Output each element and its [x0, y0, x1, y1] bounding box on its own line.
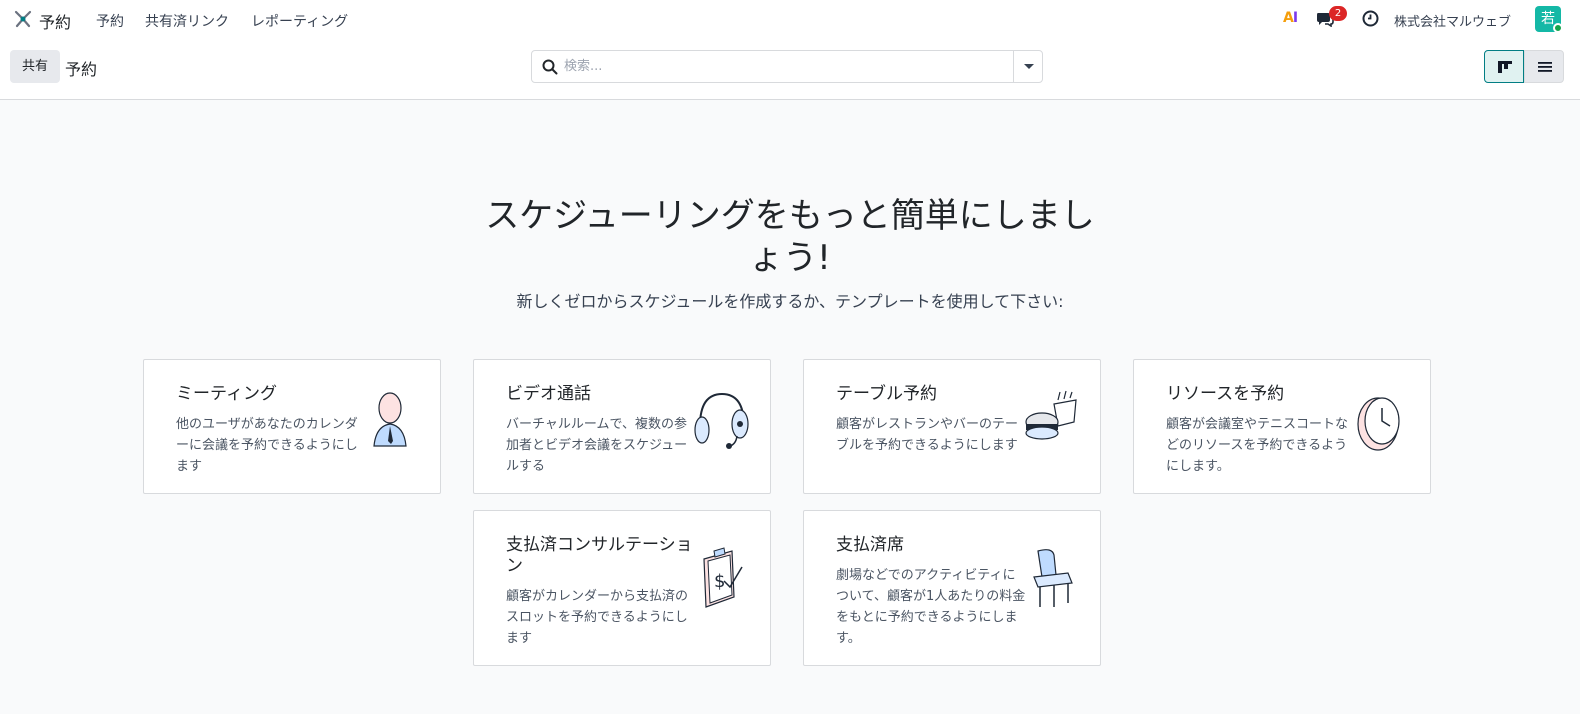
search-input[interactable]	[564, 52, 1004, 81]
kanban-icon	[1498, 61, 1512, 73]
chair-icon	[1033, 549, 1073, 607]
control-panel: 共有 予約	[0, 37, 1580, 100]
clipboard-dollar-icon: $	[703, 547, 743, 608]
caret-down-icon	[1024, 64, 1034, 69]
card-description: バーチャルルームで、複数の参加者とビデオ会議をスケジュールする	[506, 417, 688, 474]
company-switcher[interactable]: 株式会社マルウェブ	[1394, 11, 1511, 30]
search-icon	[542, 59, 558, 75]
online-status-dot	[1553, 23, 1563, 33]
template-card-paid-seat[interactable]: 支払済席 劇場などでのアクティビティについて、顧客が1人あたりの料金をもとに予約…	[803, 510, 1101, 666]
card-description: 他のユーザがあなたのカレンダーに会議を予約できるようにします	[176, 417, 358, 474]
share-button[interactable]: 共有	[10, 50, 60, 83]
card-description: 顧客が会議室やテニスコートなどのリソースを予約できるようにします。	[1166, 417, 1349, 474]
chat-badge: 2	[1329, 6, 1347, 21]
search-bar	[531, 50, 1043, 83]
menu-item-reporting[interactable]: レポーティング	[251, 11, 348, 31]
card-title: 支払済コンサルテーション	[506, 535, 693, 576]
card-title: ミーティング	[176, 384, 277, 404]
appointment-app-icon[interactable]	[13, 9, 33, 29]
menu-item-shared-links[interactable]: 共有済リンク	[145, 11, 229, 31]
kanban-view-button[interactable]	[1484, 50, 1524, 83]
card-description: 劇場などでのアクティビティについて、顧客が1人あたりの料金をもとに予約できるよう…	[836, 568, 1026, 646]
breadcrumb: 予約	[65, 60, 98, 79]
clock-icon	[1357, 397, 1400, 451]
search-options-toggle[interactable]	[1013, 51, 1042, 82]
template-card-table-booking[interactable]: テーブル予約 顧客がレストランやバーのテーブルを予約できるようにします	[803, 359, 1101, 494]
card-title: ビデオ通話	[506, 384, 591, 404]
app-name[interactable]: 予約	[39, 9, 71, 33]
list-icon	[1538, 62, 1552, 72]
card-title: テーブル予約	[836, 384, 937, 404]
template-card-resource-booking[interactable]: リソースを予約 顧客が会議室やテニスコートなどのリソースを予約できるようにします…	[1133, 359, 1431, 494]
helper-headline: スケジューリングをもっと簡単にしましょう!	[485, 196, 1095, 278]
card-description: 顧客がカレンダーから支払済のスロットを予約できるようにします	[506, 589, 689, 646]
helper-subline: 新しくゼロからスケジュールを作成するか、テンプレートを使用して下さい:	[516, 292, 1064, 311]
headset-icon	[694, 392, 749, 449]
burger-icon	[1025, 390, 1077, 440]
person-icon	[373, 392, 407, 447]
card-title: リソースを予約	[1166, 384, 1285, 404]
card-description: 顧客がレストランやバーのテーブルを予約できるようにします	[836, 417, 1019, 453]
card-title: 支払済席	[836, 535, 904, 555]
template-card-video-call[interactable]: ビデオ通話 バーチャルルームで、複数の参加者とビデオ会議をスケジュールする	[473, 359, 771, 494]
top-navbar: 予約 予約 共有済リンク レポーティング AI 2 株式会社マルウェブ 若	[0, 0, 1580, 37]
template-card-paid-consultation[interactable]: 支払済コンサルテーション 顧客がカレンダーから支払済のスロットを予約できるように…	[473, 510, 771, 666]
menu-item-appointments[interactable]: 予約	[96, 11, 124, 31]
ai-icon[interactable]: AI	[1283, 10, 1298, 26]
activity-clock-icon[interactable]	[1362, 10, 1379, 27]
template-card-meeting[interactable]: ミーティング 他のユーザがあなたのカレンダーに会議を予約できるようにします	[143, 359, 441, 494]
list-view-button[interactable]	[1524, 50, 1564, 83]
